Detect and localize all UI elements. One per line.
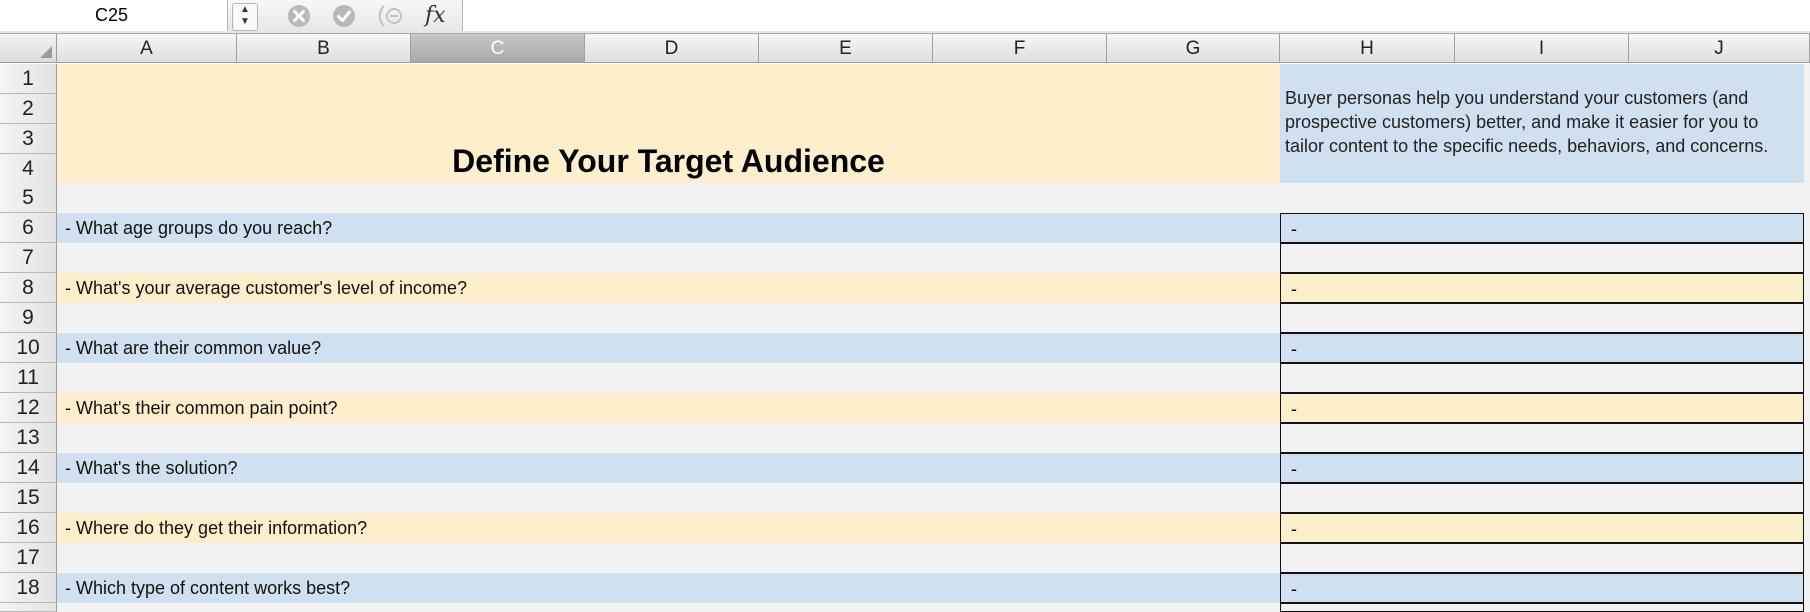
answer-spacer-cell[interactable] <box>1280 243 1804 273</box>
page-title: Define Your Target Audience <box>452 143 885 179</box>
question-value: - What are their common value? <box>65 338 322 358</box>
row-header-6[interactable]: 6 <box>0 213 57 243</box>
row-header-2[interactable]: 2 <box>0 94 57 124</box>
question-pain-point: - What's their common pain point? <box>65 398 338 418</box>
spacer-row[interactable] <box>57 543 1280 573</box>
spacer-row[interactable] <box>57 603 1280 612</box>
name-box[interactable]: C25 <box>0 0 228 31</box>
column-header-f[interactable]: F <box>933 34 1107 63</box>
answer-cell-pain-point[interactable]: - <box>1280 393 1804 423</box>
spacer-row[interactable] <box>57 243 1280 273</box>
answer-cell-age[interactable]: - <box>1280 213 1804 243</box>
row-header-5[interactable]: 5 <box>0 183 57 213</box>
answer-cell-value[interactable]: - <box>1280 333 1804 363</box>
row-header-13[interactable]: 13 <box>0 423 57 453</box>
name-box-stepper[interactable]: ▲ ▼ <box>232 3 258 31</box>
spacer-row[interactable] <box>57 423 1280 453</box>
spacer-row[interactable] <box>57 483 1280 513</box>
question-age: - What age groups do you reach? <box>65 218 333 238</box>
answer-cell-information[interactable]: - <box>1280 513 1804 543</box>
question-content: - Which type of content works best? <box>65 578 351 598</box>
formula-bar: C25 ▲ ▼ fx <box>0 0 1810 34</box>
select-all-corner[interactable] <box>0 34 57 63</box>
question-row-solution[interactable] <box>57 453 1280 483</box>
row-header-8[interactable]: 8 <box>0 273 57 303</box>
row-header-10[interactable]: 10 <box>0 333 57 363</box>
spacer-row[interactable] <box>57 183 1804 213</box>
answer-spacer-cell[interactable] <box>1280 603 1804 612</box>
answer-spacer-cell[interactable] <box>1280 303 1804 333</box>
confirm-icon[interactable] <box>332 4 356 28</box>
function-icon[interactable] <box>378 4 408 28</box>
answer-cell-solution[interactable]: - <box>1280 453 1804 483</box>
row-header-12[interactable]: 12 <box>0 393 57 423</box>
row-header-17[interactable]: 17 <box>0 543 57 573</box>
row-header-19[interactable] <box>0 603 57 612</box>
fx-label[interactable]: fx <box>425 0 446 31</box>
question-solution: - What's the solution? <box>65 458 238 478</box>
column-header-d[interactable]: D <box>585 34 759 63</box>
row-header-1[interactable]: 1 <box>0 64 57 94</box>
column-header-c[interactable]: C <box>411 34 585 63</box>
persona-description: Buyer personas help you understand your … <box>1285 88 1769 156</box>
answer-spacer-cell[interactable] <box>1280 543 1804 573</box>
column-header-g[interactable]: G <box>1107 34 1280 63</box>
column-header-i[interactable]: I <box>1455 34 1629 63</box>
row-header-7[interactable]: 7 <box>0 243 57 273</box>
column-header-h[interactable]: H <box>1280 34 1455 63</box>
spacer-row[interactable] <box>57 363 1280 393</box>
column-header-e[interactable]: E <box>759 34 933 63</box>
row-header-16[interactable]: 16 <box>0 513 57 543</box>
row-header-18[interactable]: 18 <box>0 573 57 603</box>
answer-spacer-cell[interactable] <box>1280 423 1804 453</box>
row-header-14[interactable]: 14 <box>0 453 57 483</box>
question-information: - Where do they get their information? <box>65 518 368 538</box>
column-header-j[interactable]: J <box>1629 34 1810 63</box>
answer-cell-income[interactable]: - <box>1280 273 1804 303</box>
spacer-row[interactable] <box>57 303 1280 333</box>
row-header-9[interactable]: 9 <box>0 303 57 333</box>
row-header-11[interactable]: 11 <box>0 363 57 393</box>
answer-spacer-cell[interactable] <box>1280 363 1804 393</box>
right-gutter <box>1804 64 1810 612</box>
column-header-b[interactable]: B <box>237 34 411 63</box>
formula-input[interactable] <box>463 0 1810 31</box>
cancel-icon[interactable] <box>287 4 311 28</box>
column-header-a[interactable]: A <box>57 34 237 63</box>
question-income: - What's your average customer's level o… <box>65 278 468 298</box>
answer-cell-content[interactable]: - <box>1280 573 1804 603</box>
row-header-15[interactable]: 15 <box>0 483 57 513</box>
answer-spacer-cell[interactable] <box>1280 483 1804 513</box>
row-header-3[interactable]: 3 <box>0 124 57 154</box>
row-header-4[interactable]: 4 <box>0 154 57 184</box>
